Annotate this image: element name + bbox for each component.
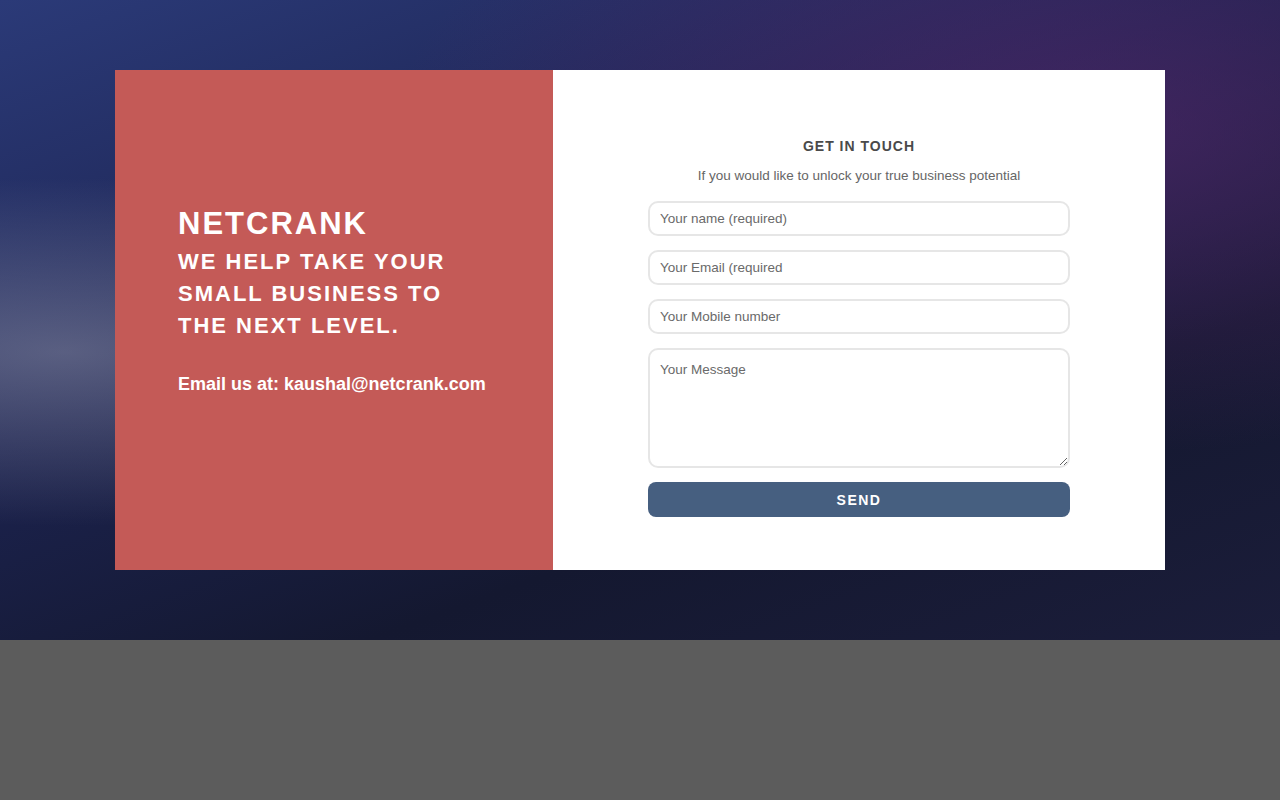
contact-card: NETCRANK WE HELP TAKE YOUR SMALL BUSINES… — [115, 70, 1165, 570]
brand-name: NETCRANK — [178, 205, 513, 242]
email-line: Email us at: kaushal@netcrank.com — [178, 374, 513, 395]
page: NETCRANK WE HELP TAKE YOUR SMALL BUSINES… — [0, 0, 1280, 800]
hero-section: NETCRANK WE HELP TAKE YOUR SMALL BUSINES… — [0, 0, 1280, 640]
form-subtitle: If you would like to unlock your true bu… — [648, 168, 1070, 183]
form-panel: GET IN TOUCH If you would like to unlock… — [553, 70, 1165, 570]
send-button[interactable]: SEND — [648, 482, 1070, 517]
contact-form: GET IN TOUCH If you would like to unlock… — [648, 138, 1070, 570]
footer — [0, 640, 1280, 800]
message-field[interactable] — [648, 348, 1070, 468]
text-field[interactable] — [648, 201, 1070, 236]
form-title: GET IN TOUCH — [648, 138, 1070, 154]
text-field[interactable] — [648, 299, 1070, 334]
tagline: WE HELP TAKE YOUR SMALL BUSINESS TO THE … — [178, 246, 498, 342]
text-field[interactable] — [648, 250, 1070, 285]
brand-panel: NETCRANK WE HELP TAKE YOUR SMALL BUSINES… — [115, 70, 553, 570]
